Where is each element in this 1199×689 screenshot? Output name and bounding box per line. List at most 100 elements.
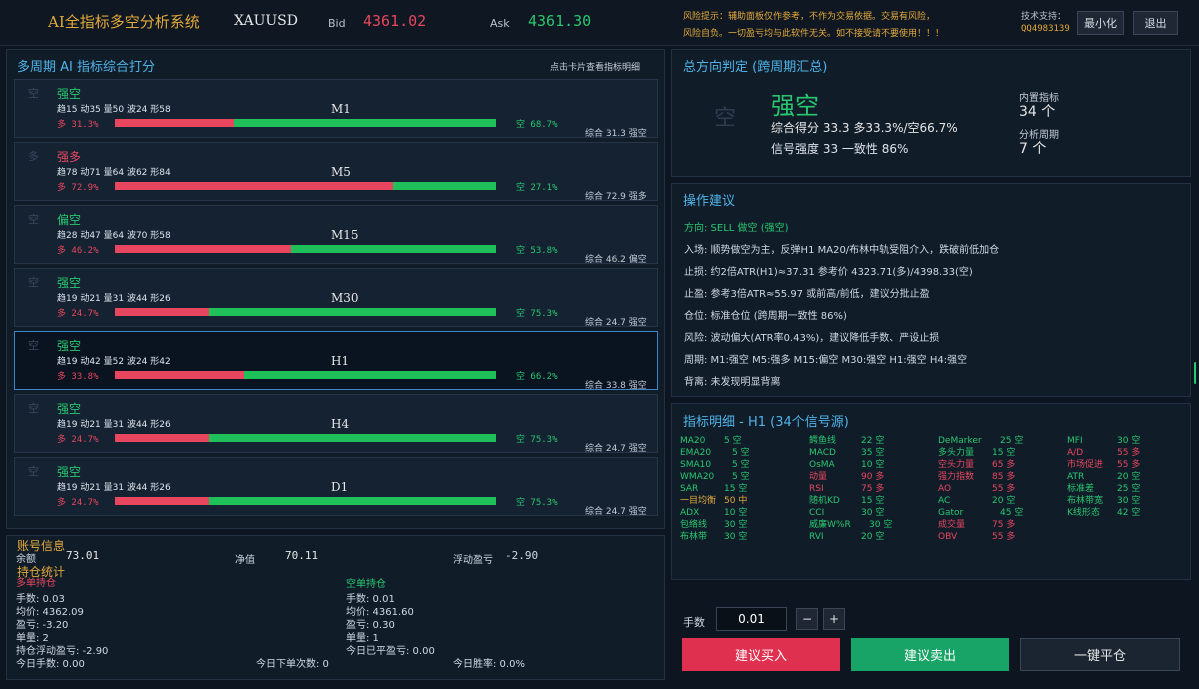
- balance-value: 73.01: [66, 549, 100, 562]
- period-card-summary: 综合 33.8 强空: [585, 381, 647, 391]
- period-card-verdict: 强空: [57, 465, 82, 479]
- window-edge-handle: [1194, 362, 1197, 384]
- period-card-period: H1: [331, 354, 350, 368]
- period-card-m30[interactable]: 空 强空 趋19 动21 量31 波44 形26 M30 多 24.7% 空 75.3% 综…: [14, 268, 658, 328]
- indicator-name: K线形态: [1067, 508, 1100, 518]
- period-card-period: D1: [331, 480, 349, 494]
- multi-period-title: 多周期 AI 指标综合打分: [17, 60, 155, 75]
- advice-panel: 操作建议 方向: SELL 做空 (强空) 入场: 顺势做空为主，反弹H1 MA…: [671, 183, 1191, 397]
- indicator-row: 多头力量 15 空: [938, 447, 1066, 459]
- indicator-value: 35 空: [861, 448, 885, 458]
- indicator-name: 一目均衡: [680, 496, 717, 506]
- indicator-value: 50 中: [724, 496, 748, 506]
- indicator-name: MFI: [1067, 436, 1083, 446]
- indicator-name: 市场促进: [1067, 460, 1104, 470]
- indicator-row: RSI 75 多: [809, 483, 937, 495]
- support-qq: QQ4983139: [1021, 24, 1070, 34]
- period-card-summary: 综合 24.7 强空: [585, 444, 647, 454]
- period-card-period: M1: [331, 102, 351, 116]
- period-card-subscores: 趋28 动47 量64 波70 形58: [57, 231, 171, 241]
- indicator-value: 85 多: [992, 472, 1016, 482]
- period-card-summary: 综合 46.2 偏空: [585, 255, 647, 265]
- indicator-name: SMA10: [680, 460, 712, 470]
- period-card-ratio-bar: [115, 182, 496, 190]
- indicator-value: 55 多: [992, 484, 1016, 494]
- period-card-d1[interactable]: 空 强空 趋19 动21 量31 波44 形26 D1 多 24.7% 空 75.3% 综合…: [14, 457, 658, 517]
- close-all-button[interactable]: 一键平仓: [1020, 638, 1180, 671]
- period-card-long-pct: 多 72.9%: [57, 183, 99, 193]
- indicator-name: ADX: [680, 508, 700, 518]
- indicator-value: 30 空: [1117, 496, 1141, 506]
- advice-stop-loss: 止损: 约2倍ATR(H1)≈37.31 参考价 4323.71(多)/4398…: [684, 267, 973, 278]
- period-card-icon: 多: [28, 150, 39, 163]
- sell-button[interactable]: 建议卖出: [851, 638, 1009, 671]
- indicator-name: 包络线: [680, 520, 708, 530]
- indicator-value: 42 空: [1117, 508, 1141, 518]
- short-positions-title: 空单持仓: [346, 579, 386, 590]
- indicator-detail-title: 指标明细 - H1 (34个信号源): [683, 415, 849, 430]
- period-card-summary: 综合 24.7 强空: [585, 507, 647, 517]
- indicator-row: K线形态 42 空: [1067, 507, 1195, 519]
- lots-decrease-button[interactable]: −: [796, 608, 818, 630]
- symbol-label: XAUUSD: [234, 13, 298, 29]
- period-card-long-fill: [115, 245, 292, 253]
- period-card-subscores: 趋19 动21 量31 波44 形26: [57, 483, 171, 493]
- period-card-h4[interactable]: 空 强空 趋19 动21 量31 波44 形26 H4 多 24.7% 空 75.3% 综合…: [14, 394, 658, 454]
- period-card-h1[interactable]: 空 强空 趋19 动42 量52 波24 形42 H1 多 33.8% 空 66.2% 综合…: [14, 331, 658, 391]
- minimize-button[interactable]: 最小化: [1077, 11, 1124, 35]
- period-card-m5[interactable]: 多 强多 趋78 动71 量64 波62 形84 M5 多 72.9% 空 27.1% 综合…: [14, 142, 658, 202]
- period-card-long-pct: 多 24.7%: [57, 498, 99, 508]
- period-card-m1[interactable]: 空 强空 趋15 动35 量50 波24 形58 M1 多 31.3% 空 68.7% 综合…: [14, 79, 658, 139]
- indicator-value: 20 空: [861, 532, 885, 542]
- period-card-period: H4: [331, 417, 350, 431]
- lots-input[interactable]: [716, 607, 787, 631]
- exit-button[interactable]: 退出: [1133, 11, 1178, 35]
- period-card-icon: 空: [28, 465, 39, 478]
- indicator-row: AO 55 多: [938, 483, 1066, 495]
- indicator-row: 标准差 25 空: [1067, 483, 1195, 495]
- indicator-row: OsMA 10 空: [809, 459, 937, 471]
- direction-icon: 空: [714, 106, 737, 131]
- indicator-name: AC: [938, 496, 951, 506]
- indicator-row: 布林带宽 30 空: [1067, 495, 1195, 507]
- advice-divergence: 背离: 未发现明显背离: [684, 377, 781, 388]
- period-card-long-pct: 多 31.3%: [57, 120, 99, 130]
- today-order-count: 今日下单次数: 0: [256, 659, 329, 670]
- lots-increase-button[interactable]: +: [823, 608, 845, 630]
- indicator-value: 20 空: [992, 496, 1016, 506]
- period-card-short-pct: 空 75.3%: [516, 309, 558, 319]
- period-card-icon: 空: [28, 87, 39, 100]
- period-card-ratio-bar: [115, 497, 496, 505]
- advice-entry: 入场: 顺势做空为主，反弹H1 MA20/布林中轨受阻介入，跌破前低加仓: [684, 245, 1000, 256]
- risk-warning-line-2: 风险自负。一切盈亏均与此软件无关。如不接受请不要使用！！！: [683, 29, 945, 39]
- indicator-column: MA20 5 空 EMA20 5 空 SMA10 5 空 WMA20 5 空 SAR 15 空一目…: [680, 435, 808, 543]
- period-card-short-pct: 空 66.2%: [516, 372, 558, 382]
- period-card-summary: 综合 31.3 强空: [585, 129, 647, 139]
- period-card-summary: 综合 24.7 强空: [585, 318, 647, 328]
- period-card-long-fill: [115, 119, 235, 127]
- period-card-long-fill: [115, 308, 210, 316]
- indicator-name: 鳄鱼线: [809, 436, 837, 446]
- builtin-indicator-count: 34 个: [1019, 104, 1056, 120]
- indicator-value: 65 多: [992, 460, 1016, 470]
- indicator-row: RVI 20 空: [809, 531, 937, 543]
- indicator-name: RVI: [809, 532, 824, 542]
- period-card-icon: 空: [28, 339, 39, 352]
- advice-take-profit: 止盈: 参考3倍ATR≈55.97 或前高/前低，建议分批止盈: [684, 289, 930, 300]
- indicator-row: 威廉W%R 30 空: [809, 519, 937, 531]
- direction-verdict: 强空: [771, 92, 819, 120]
- indicator-value: 25 空: [1000, 436, 1024, 446]
- indicator-value: 15 空: [861, 496, 885, 506]
- indicator-value: 25 空: [1117, 484, 1141, 494]
- period-card-long-fill: [115, 371, 244, 379]
- today-lots: 今日手数: 0.00: [16, 659, 85, 670]
- buy-button[interactable]: 建议买入: [682, 638, 840, 671]
- period-card-m15[interactable]: 空 偏空 趋28 动47 量64 波70 形58 M15 多 46.2% 空 53.8% 综…: [14, 205, 658, 265]
- period-card-long-pct: 多 33.8%: [57, 372, 99, 382]
- period-card-long-fill: [115, 434, 210, 442]
- indicator-value: 15 空: [992, 448, 1016, 458]
- period-card-period: M15: [331, 228, 359, 242]
- indicator-detail-panel: 指标明细 - H1 (34个信号源) MA20 5 空 EMA20 5 空 SMA10 5…: [671, 403, 1191, 580]
- indicator-name: DeMarker: [938, 436, 982, 446]
- indicator-name: 布林带宽: [1067, 496, 1104, 506]
